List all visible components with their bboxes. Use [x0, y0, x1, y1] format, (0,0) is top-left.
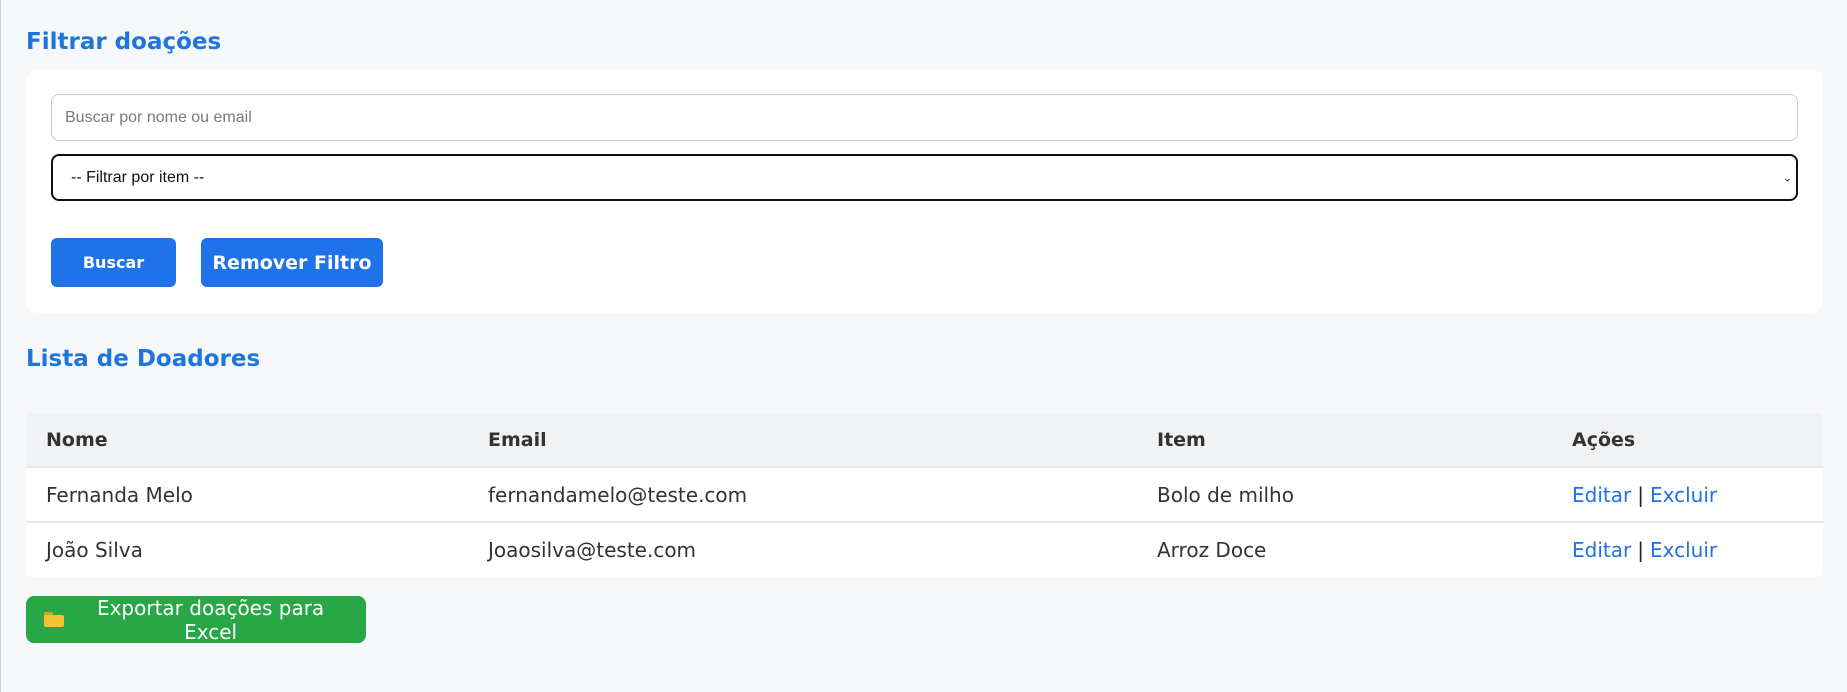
item-filter-select-value: -- Filtrar por item --	[71, 168, 205, 186]
filter-card: -- Filtrar por item -- ⌄ Buscar Remover …	[26, 69, 1823, 313]
search-button[interactable]: Buscar	[51, 238, 176, 287]
cell-email: fernandamelo@teste.com	[488, 482, 748, 507]
cell-item: Bolo de milho	[1157, 482, 1294, 507]
edit-link[interactable]: Editar	[1572, 538, 1631, 562]
cell-nome: João Silva	[46, 538, 143, 562]
page: Filtrar doações -- Filtrar por item -- ⌄…	[0, 0, 1847, 644]
column-header-item: Item	[1157, 428, 1206, 451]
table-header-row: Nome Email Item Ações	[26, 413, 1823, 467]
export-excel-button[interactable]: Exportar doações para Excel	[26, 595, 366, 644]
donor-table: Nome Email Item Ações Fernanda Melo fern…	[26, 413, 1823, 577]
column-header-email: Email	[488, 428, 547, 451]
filter-button-row: Buscar Remover Filtro	[51, 238, 1798, 287]
delete-link[interactable]: Excluir	[1650, 538, 1717, 562]
item-filter-select[interactable]: -- Filtrar por item -- ⌄	[51, 154, 1798, 201]
table-row: Fernanda Melo fernandamelo@teste.com Bol…	[26, 467, 1823, 522]
cell-actions: Editar | Excluir	[1552, 467, 1823, 522]
cell-item: Arroz Doce	[1157, 538, 1267, 562]
search-input[interactable]	[51, 94, 1798, 141]
edit-link[interactable]: Editar	[1572, 483, 1631, 507]
cell-nome: Fernanda Melo	[46, 482, 193, 507]
donor-list-title: Lista de Doadores	[26, 346, 261, 372]
filter-section-title: Filtrar doações	[26, 29, 222, 55]
column-header-nome: Nome	[46, 428, 108, 451]
action-separator: |	[1637, 482, 1644, 507]
column-header-acoes: Ações	[1572, 428, 1636, 451]
cell-actions: Editar | Excluir	[1552, 522, 1823, 577]
chevron-down-icon: ⌄	[1782, 172, 1792, 184]
table-row: João Silva Joaosilva@teste.com Arroz Doc…	[26, 522, 1823, 577]
action-separator: |	[1637, 538, 1644, 562]
delete-link[interactable]: Excluir	[1650, 483, 1717, 507]
folder-icon	[44, 612, 64, 627]
remove-filter-button[interactable]: Remover Filtro	[201, 238, 383, 287]
cell-email: Joaosilva@teste.com	[488, 538, 697, 562]
export-excel-label: Exportar doações para Excel	[96, 595, 325, 644]
